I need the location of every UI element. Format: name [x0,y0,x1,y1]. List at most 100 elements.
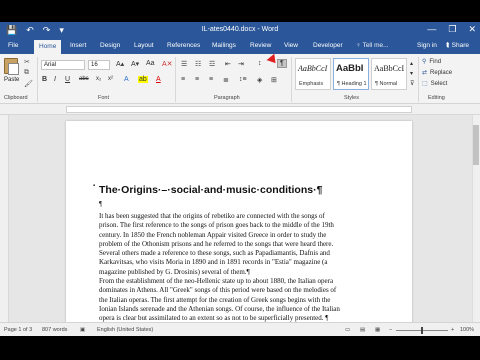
font-size-combo[interactable]: 16 [88,60,110,70]
restore-button[interactable]: ❐ [448,24,456,35]
font-name-combo[interactable]: Arial [41,60,85,70]
strikethrough-button[interactable]: abc [79,76,89,82]
read-mode-icon[interactable]: ▭ [345,327,350,333]
tab-view[interactable]: View [284,42,298,49]
zoom-level[interactable]: 100% [460,327,474,333]
decrease-indent-icon[interactable]: ⇤ [225,60,231,68]
vertical-scrollbar[interactable] [472,115,480,322]
styles-more-icon[interactable]: ⊽ [410,80,414,87]
style-name: Emphasis [299,81,324,87]
window-controls: — ❐ ✕ [427,24,476,35]
minimize-button[interactable]: — [427,24,436,35]
heading-bullet-mark: ▪ [93,183,96,189]
tab-layout[interactable]: Layout [134,42,154,49]
style-sample: AaBbI [336,63,364,74]
tell-me-box[interactable]: ♀ Tell me... [356,42,389,49]
share-button[interactable]: ⮬ Share [446,42,469,50]
styles-scroll-down-icon[interactable]: ▾ [410,70,413,77]
text-effects-icon[interactable]: A [124,76,129,83]
body-line: It has been suggested that the origins o… [99,212,325,220]
align-left-icon[interactable]: ≡ [181,76,185,83]
underline-button[interactable]: U [65,76,70,83]
print-layout-icon[interactable]: ▤ [360,327,365,333]
group-divider [291,57,292,102]
italic-button[interactable]: I [54,76,56,83]
borders-icon[interactable]: ⊞ [271,76,277,84]
title-bar: 💾 ↶ ↷ ▾ IL-ates0440.docx - Word — ❐ ✕ [0,22,480,40]
increase-indent-icon[interactable]: ⇥ [238,60,244,68]
multilevel-list-icon[interactable]: ☲ [209,60,215,68]
change-case-icon[interactable]: Aa [146,60,155,67]
tab-mailings[interactable]: Mailings [212,42,236,49]
tab-file[interactable]: File [8,42,18,49]
styles-scroll-up-icon[interactable]: ▴ [410,60,413,67]
tab-references[interactable]: References [167,42,200,49]
document-body[interactable]: It has been suggested that the origins o… [99,212,381,324]
tab-developer[interactable]: Developer [313,42,343,49]
find-label: Find [429,59,442,65]
replace-button[interactable]: ⇄ Replace [422,69,452,76]
bullets-icon[interactable]: ☰ [181,60,187,68]
proofing-icon[interactable]: ▣ [80,327,85,333]
document-page[interactable]: ▪ The·Origins·–·social·and·music·conditi… [66,121,412,336]
justify-icon[interactable]: ≣ [223,76,229,84]
ruler-track [66,106,412,113]
body-line: the Italian operas. The first attempt fo… [99,295,331,304]
subscript-button[interactable]: x₂ [96,76,101,82]
find-button[interactable]: ⚲ Find [422,58,441,65]
body-line: Karkavitsas, who visits Moria in 1890 an… [99,258,328,267]
document-heading[interactable]: The·Origins·–·social·and·music·condition… [99,184,322,196]
styles-group-label: Styles [344,95,359,101]
style-heading-1[interactable]: AaBbI ¶ Heading 1 [333,58,369,90]
select-button[interactable]: ⬚ Select [422,80,447,87]
style-sample: AaBbCcI [374,64,405,73]
zoom-in-icon[interactable]: + [451,327,454,333]
shading-icon[interactable]: ◈ [257,76,262,84]
format-painter-icon[interactable]: 🖌 [24,80,33,88]
paragraph-group-label: Paragraph [214,95,240,101]
superscript-button[interactable]: x² [108,76,113,82]
web-layout-icon[interactable]: ▦ [375,327,380,333]
close-button[interactable]: ✕ [468,24,476,35]
body-line: From the establishment of the neo-Hellen… [99,277,334,286]
word-count[interactable]: 807 words [42,327,67,333]
select-icon: ⬚ [422,81,428,87]
tab-insert[interactable]: Insert [70,42,86,49]
style-sample: AaBbCcI [298,64,328,73]
sort-icon[interactable]: ↕ [258,60,262,67]
grow-font-icon[interactable]: A▴ [116,60,124,68]
document-area: ▪ The·Origins·–·social·and·music·conditi… [0,115,480,336]
style-normal[interactable]: AaBbCcI ¶ Normal [371,58,407,90]
group-divider [37,57,38,102]
window-title: IL-ates0440.docx - Word [201,26,279,33]
align-center-icon[interactable]: ≡ [195,76,199,83]
numbering-icon[interactable]: ☷ [195,60,201,68]
language-indicator[interactable]: English (United States) [97,327,153,333]
font-color-button[interactable]: A [156,76,161,83]
bold-button[interactable]: B [42,76,47,83]
replace-label: Replace [430,70,453,76]
line-spacing-icon[interactable]: ↕≡ [239,76,247,83]
style-emphasis[interactable]: AaBbCcI Emphasis [295,58,331,90]
scrollbar-thumb[interactable] [473,125,479,165]
word-window: 💾 ↶ ↷ ▾ IL-ates0440.docx - Word — ❐ ✕ Fi… [0,0,480,360]
clear-formatting-icon[interactable]: A✕ [162,60,173,68]
shrink-font-icon[interactable]: A▾ [131,60,139,68]
search-icon: ⚲ [422,59,427,65]
paste-icon[interactable] [4,58,19,75]
highlight-icon[interactable]: ab [138,76,148,83]
tab-design[interactable]: Design [100,42,120,49]
align-right-icon[interactable]: ≡ [209,76,213,83]
sign-in-link[interactable]: Sign in [417,42,437,49]
horizontal-ruler[interactable] [0,104,480,115]
body-line: magazine published by G. Drosinis) sever… [99,267,250,276]
tab-home[interactable]: Home [34,40,62,54]
page-count[interactable]: Page 1 of 3 [4,327,32,333]
copy-icon[interactable]: ⧉ [24,69,29,77]
cut-icon[interactable]: ✂ [24,58,30,66]
paste-button[interactable]: Paste [4,77,19,83]
editing-group-label: Editing [428,95,445,101]
tab-review[interactable]: Review [250,42,271,49]
zoom-out-icon[interactable]: − [389,327,392,333]
zoom-slider-thumb[interactable] [421,327,423,334]
